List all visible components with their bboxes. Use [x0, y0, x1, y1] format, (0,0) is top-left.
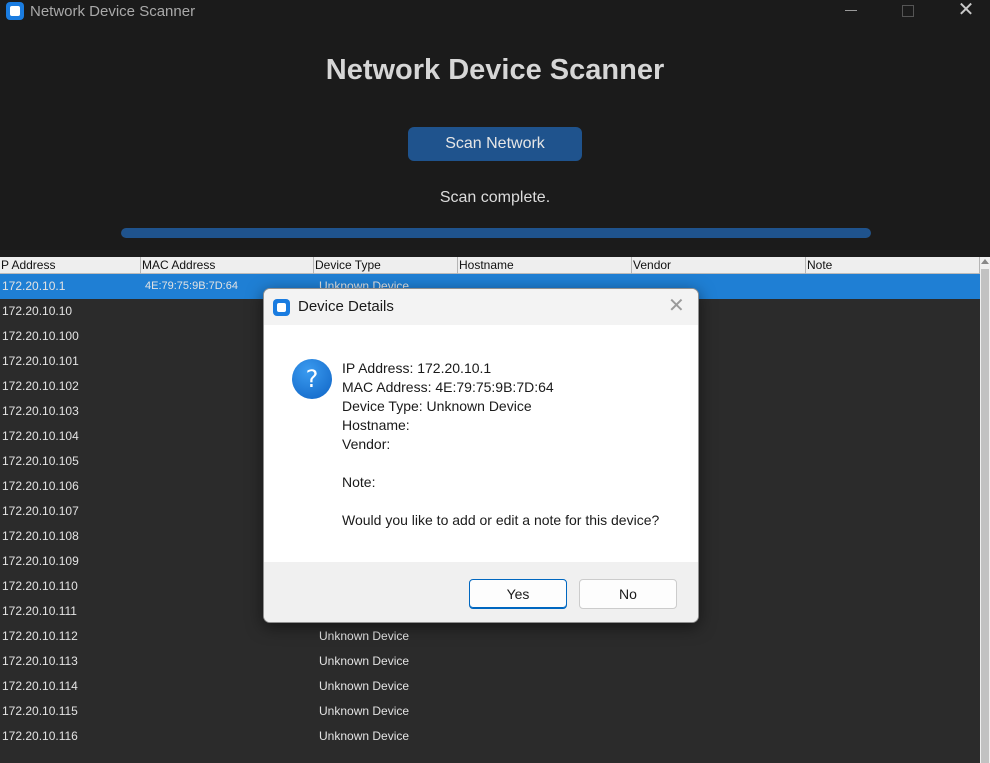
- progress-bar: [121, 228, 871, 238]
- column-header-note[interactable]: Note: [806, 257, 980, 274]
- cell-ip-address: 172.20.10.107: [2, 504, 79, 518]
- cell-ip-address: 172.20.10.113: [2, 654, 78, 668]
- cell-ip-address: 172.20.10.114: [2, 679, 78, 693]
- cell-ip-address: 172.20.10.111: [2, 604, 77, 618]
- title-bar: Network Device Scanner ✕: [0, 0, 990, 25]
- cell-ip-address: 172.20.10.108: [2, 529, 79, 543]
- status-text: Scan complete.: [439, 189, 551, 206]
- cell-ip-address: 172.20.10.112: [2, 629, 78, 643]
- table-row[interactable]: 172.20.10.115 Unknown Device: [0, 699, 980, 724]
- table-row[interactable]: 172.20.10.112 Unknown Device: [0, 624, 980, 649]
- cell-ip-address: 172.20.10.115: [2, 704, 78, 718]
- scrollbar-thumb[interactable]: [981, 269, 989, 763]
- cell-device-type: Unknown Device: [319, 729, 410, 743]
- no-button[interactable]: No: [579, 579, 677, 609]
- cell-device-type: Unknown Device: [319, 629, 410, 643]
- column-header-vendor[interactable]: Vendor: [632, 257, 806, 274]
- cell-ip-address: 172.20.10.104: [2, 429, 79, 443]
- progress-fill: [121, 228, 871, 238]
- cell-ip-address: 172.20.10.103: [2, 404, 79, 418]
- table-row[interactable]: 172.20.10.113 Unknown Device: [0, 649, 980, 674]
- dialog-close-button[interactable]: ✕: [668, 296, 685, 316]
- minimize-button[interactable]: [831, 0, 871, 22]
- cell-ip-address: 172.20.10.101: [2, 354, 79, 368]
- scroll-up-arrow-icon[interactable]: [981, 259, 989, 264]
- cell-device-type: Unknown Device: [319, 654, 410, 668]
- table-scrollbar[interactable]: [980, 257, 990, 763]
- table-row[interactable]: 172.20.10.114 Unknown Device: [0, 674, 980, 699]
- cell-device-type: Unknown Device: [319, 704, 410, 718]
- dialog-message-line: [342, 492, 659, 511]
- cell-ip-address: 172.20.10.105: [2, 454, 79, 468]
- dialog-message-line: Would you like to add or edit a note for…: [342, 512, 660, 528]
- cell-ip-address: 172.20.10.106: [2, 479, 79, 493]
- table-row[interactable]: 172.20.10.116 Unknown Device: [0, 724, 980, 749]
- cell-ip-address: 172.20.10.116: [2, 729, 78, 743]
- dialog-message: IP Address: 172.20.10.1 MAC Address: 4E:7…: [342, 359, 659, 530]
- app-icon: [6, 2, 24, 20]
- scan-network-button[interactable]: Scan Network: [408, 127, 582, 161]
- cell-ip-address: 172.20.10.110: [2, 579, 78, 593]
- page-title: Network Device Scanner: [325, 54, 665, 86]
- dialog-message-line: IP Address: 172.20.10.1: [342, 360, 492, 376]
- dialog-message-line: Device Type: Unknown Device: [342, 398, 532, 414]
- cell-ip-address: 172.20.10.102: [2, 379, 79, 393]
- dialog-message-line: Vendor:: [342, 436, 391, 452]
- maximize-button[interactable]: [888, 0, 928, 22]
- column-header-mac[interactable]: MAC Address: [141, 257, 314, 274]
- cell-ip-address: 172.20.10.109: [2, 554, 79, 568]
- yes-button[interactable]: Yes: [469, 579, 567, 609]
- cell-ip-address: 172.20.10.1: [2, 279, 66, 293]
- dialog-title-bar: Device Details ✕: [264, 289, 698, 325]
- device-details-dialog: Device Details ✕ ? IP Address: 172.20.10…: [263, 288, 699, 623]
- dialog-body: ? IP Address: 172.20.10.1 MAC Address: 4E…: [264, 325, 698, 562]
- app-icon: [273, 299, 290, 316]
- cell-device-type: Unknown Device: [319, 679, 410, 693]
- dialog-message-line: Note:: [342, 474, 376, 490]
- cell-mac-address: 4E:79:75:9B:7D:64: [145, 280, 238, 292]
- dialog-title: Device Details: [298, 298, 394, 315]
- window-title: Network Device Scanner: [30, 3, 196, 20]
- table-header: P Address MAC Address Device Type Hostna…: [0, 257, 980, 274]
- question-icon: ?: [292, 359, 332, 399]
- column-header-hostname[interactable]: Hostname: [458, 257, 632, 274]
- dialog-message-line: [342, 454, 659, 473]
- dialog-message-line: MAC Address: 4E:79:75:9B:7D:64: [342, 379, 554, 395]
- dialog-message-line: Hostname:: [342, 417, 410, 433]
- column-header-device-type[interactable]: Device Type: [314, 257, 458, 274]
- dialog-footer: Yes No: [264, 562, 698, 622]
- column-header-ip[interactable]: P Address: [0, 257, 141, 274]
- cell-ip-address: 172.20.10.100: [2, 329, 79, 343]
- app-window: Network Device Scanner ✕ Network Device …: [0, 0, 990, 763]
- close-button[interactable]: ✕: [946, 0, 986, 22]
- cell-ip-address: 172.20.10.10: [2, 304, 73, 318]
